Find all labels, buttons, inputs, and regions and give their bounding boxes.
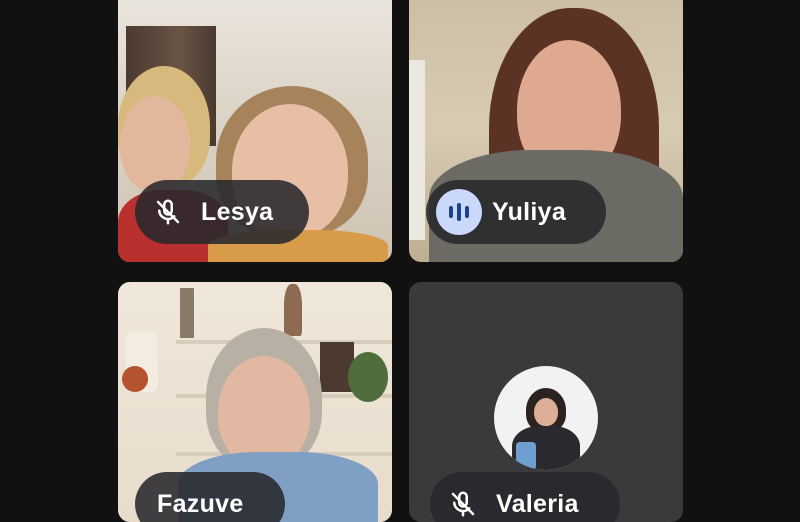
name-pill: Lesya: [135, 180, 309, 244]
plant: [348, 352, 388, 402]
avatar-detail: [516, 442, 536, 470]
participant-name: Lesya: [201, 197, 274, 226]
participant-tile-lesya[interactable]: Lesya: [118, 0, 392, 262]
participant-tile-fazuve[interactable]: Fazuve: [118, 282, 392, 522]
participant-tile-valeria[interactable]: Valeria: [409, 282, 683, 522]
avatar: [494, 366, 598, 470]
vase: [284, 284, 302, 336]
background-window: [409, 60, 425, 240]
participant-name: Yuliya: [492, 197, 567, 226]
audio-level-icon: [436, 189, 482, 235]
mic-off-icon: [145, 189, 191, 235]
mic-off-icon: [440, 481, 486, 522]
avatar-face: [534, 398, 558, 426]
participant-face: [120, 96, 190, 192]
book: [180, 288, 194, 338]
participant-tile-yuliya[interactable]: Yuliya: [409, 0, 683, 262]
decor: [122, 366, 148, 392]
participant-name: Fazuve: [157, 489, 244, 518]
name-pill: Yuliya: [426, 180, 606, 244]
name-pill: Fazuve: [135, 472, 285, 522]
participant-name: Valeria: [496, 489, 579, 518]
name-pill: Valeria: [430, 472, 620, 522]
